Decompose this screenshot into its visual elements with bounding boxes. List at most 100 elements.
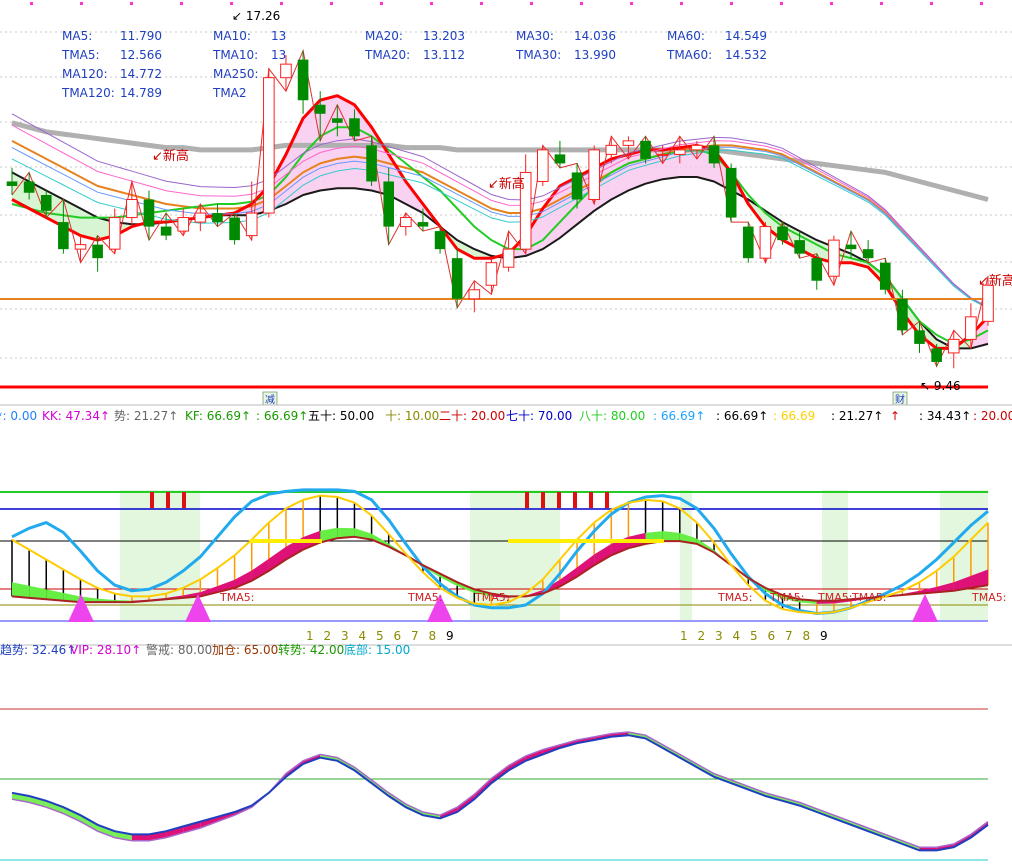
tma5-marker-label: TMA5: [769, 591, 804, 604]
candle-body [777, 226, 788, 241]
tma5-marker-label: TMA5: [219, 591, 254, 604]
top-strip-marker [180, 2, 183, 5]
low-price-label: ↖ 9.46 [920, 379, 961, 393]
candle-body [434, 231, 446, 250]
candle-body [280, 63, 292, 79]
ma-legend-value: 14.532 [725, 48, 767, 62]
indicator2-legend-label: 底部: 15.00 [344, 642, 410, 657]
top-strip-marker [980, 2, 983, 5]
sequence-count-label: 7 [411, 629, 419, 643]
indicator-top-bar [150, 492, 154, 508]
indicator2-legend-label: 趋势: 32.46↑ [0, 643, 76, 657]
sequence-count-label: 9 [446, 629, 454, 643]
sequence-count-label: 6 [768, 629, 776, 643]
top-strip-marker [780, 2, 783, 5]
sequence-count-label: 9 [820, 629, 828, 643]
sequence-count-label: 6 [394, 629, 402, 643]
candle-body [349, 118, 360, 137]
ma-legend-key: MA10: [213, 29, 251, 43]
ma-legend-key: TMA2 [212, 86, 247, 100]
indicator2-trend-line [11, 734, 989, 852]
new-high-annotation: ↙新高 [488, 176, 525, 192]
new-high-annotation: ↙新高 [152, 148, 189, 164]
moving-average-line [11, 94, 990, 350]
candle-body [811, 258, 823, 281]
candle-body [194, 212, 207, 223]
top-strip-marker [330, 2, 333, 5]
candle-body [947, 338, 960, 354]
candle-body [708, 145, 720, 164]
candle-body [263, 77, 275, 214]
top-strip-marker [430, 2, 433, 5]
indicator2-legend-label: VIP: 28.10↑ [70, 643, 141, 657]
ma-legend-key: TMA120: [61, 86, 115, 100]
sequence-count-label: 8 [803, 629, 811, 643]
sequence-count-label: 2 [324, 629, 332, 643]
candle-body [965, 316, 977, 340]
candle-body [6, 181, 18, 186]
thin-average-line [11, 149, 989, 309]
candle-body [845, 244, 857, 250]
candle-body [126, 199, 138, 219]
indicator-top-bar [589, 492, 593, 508]
ma-legend-key: MA5: [62, 29, 92, 43]
candle-body [160, 226, 172, 236]
candle-body [828, 239, 840, 277]
ma-legend-value: 13 [271, 29, 286, 43]
tma5-marker-label: TMA5: [717, 591, 752, 604]
sequence-count-label: 3 [715, 629, 723, 643]
ma-legend-value: 13 [271, 48, 286, 62]
candle-body [58, 222, 69, 250]
candle-body [982, 284, 994, 322]
indicator2-legend-label: 加仓: 65.00 [212, 643, 278, 657]
candle-body [725, 167, 737, 218]
ma-legend-value: 11.790 [120, 29, 162, 43]
candle-body [468, 289, 481, 300]
indicator1-legend-label: 十: 10.00 [385, 409, 439, 423]
event-marker-label: 减 [265, 394, 275, 406]
indicator-ribbon [594, 543, 612, 566]
top-strip-marker [730, 2, 733, 5]
indicator1-legend-label: 二十: 20.00 [439, 409, 505, 423]
sequence-count-label: 4 [733, 629, 741, 643]
new-high-annotation: ↙新高 [978, 273, 1012, 289]
ma-legend-value: 14.789 [120, 86, 162, 100]
indicator-ribbon [268, 546, 286, 571]
indicator1-legend-label: ʶ: 0.00 [0, 409, 37, 423]
ma-legend-key: MA120: [62, 67, 108, 81]
candle-body [108, 217, 121, 250]
indicator-top-bar [541, 492, 545, 508]
indicator1-legend-label: ↑ [890, 409, 900, 423]
top-strip-marker [30, 2, 33, 5]
candle-body [742, 226, 754, 259]
sequence-count-label: 1 [680, 629, 688, 643]
indicator-ribbon [662, 531, 680, 542]
thin-average-line [11, 146, 989, 309]
top-strip-marker [230, 2, 233, 5]
candle-body [314, 104, 326, 114]
candle-body [640, 140, 651, 159]
indicator-top-bar [605, 492, 609, 508]
candle-body [656, 153, 669, 156]
tma5-marker-label: TMA5: [407, 591, 442, 604]
indicator1-legend-label: : 66.69↑ [653, 409, 705, 423]
sequence-count-label: 2 [698, 629, 706, 643]
indicator1-legend-label: KK: 47.34↑ [42, 409, 110, 423]
indicator1-legend-label: 八十: 80.00 [579, 409, 645, 423]
ma-legend-key: TMA5: [61, 48, 100, 62]
candle-body [588, 149, 600, 201]
candle-body [862, 249, 874, 259]
ma-legend-value: 12.566 [120, 48, 162, 62]
candle-body [759, 226, 772, 259]
chart-canvas: ↙ 17.26↖ 9.46↙新高↙新高↙新高MA5: 11.790 MA10: 13 M… [0, 2, 1012, 861]
indicator1-legend-label: 七十: 70.00 [506, 409, 572, 423]
candle-body [400, 217, 412, 228]
indicator1-legend-label: : 20.00 [973, 409, 1012, 423]
top-strip-marker [880, 2, 883, 5]
indicator1-legend-label: : 66.69 [773, 409, 815, 423]
ma-legend-value: 13.112 [423, 48, 465, 62]
candle-body [691, 144, 703, 151]
candle-body [879, 262, 891, 290]
candle-body [897, 298, 908, 331]
candle-body [74, 244, 87, 250]
